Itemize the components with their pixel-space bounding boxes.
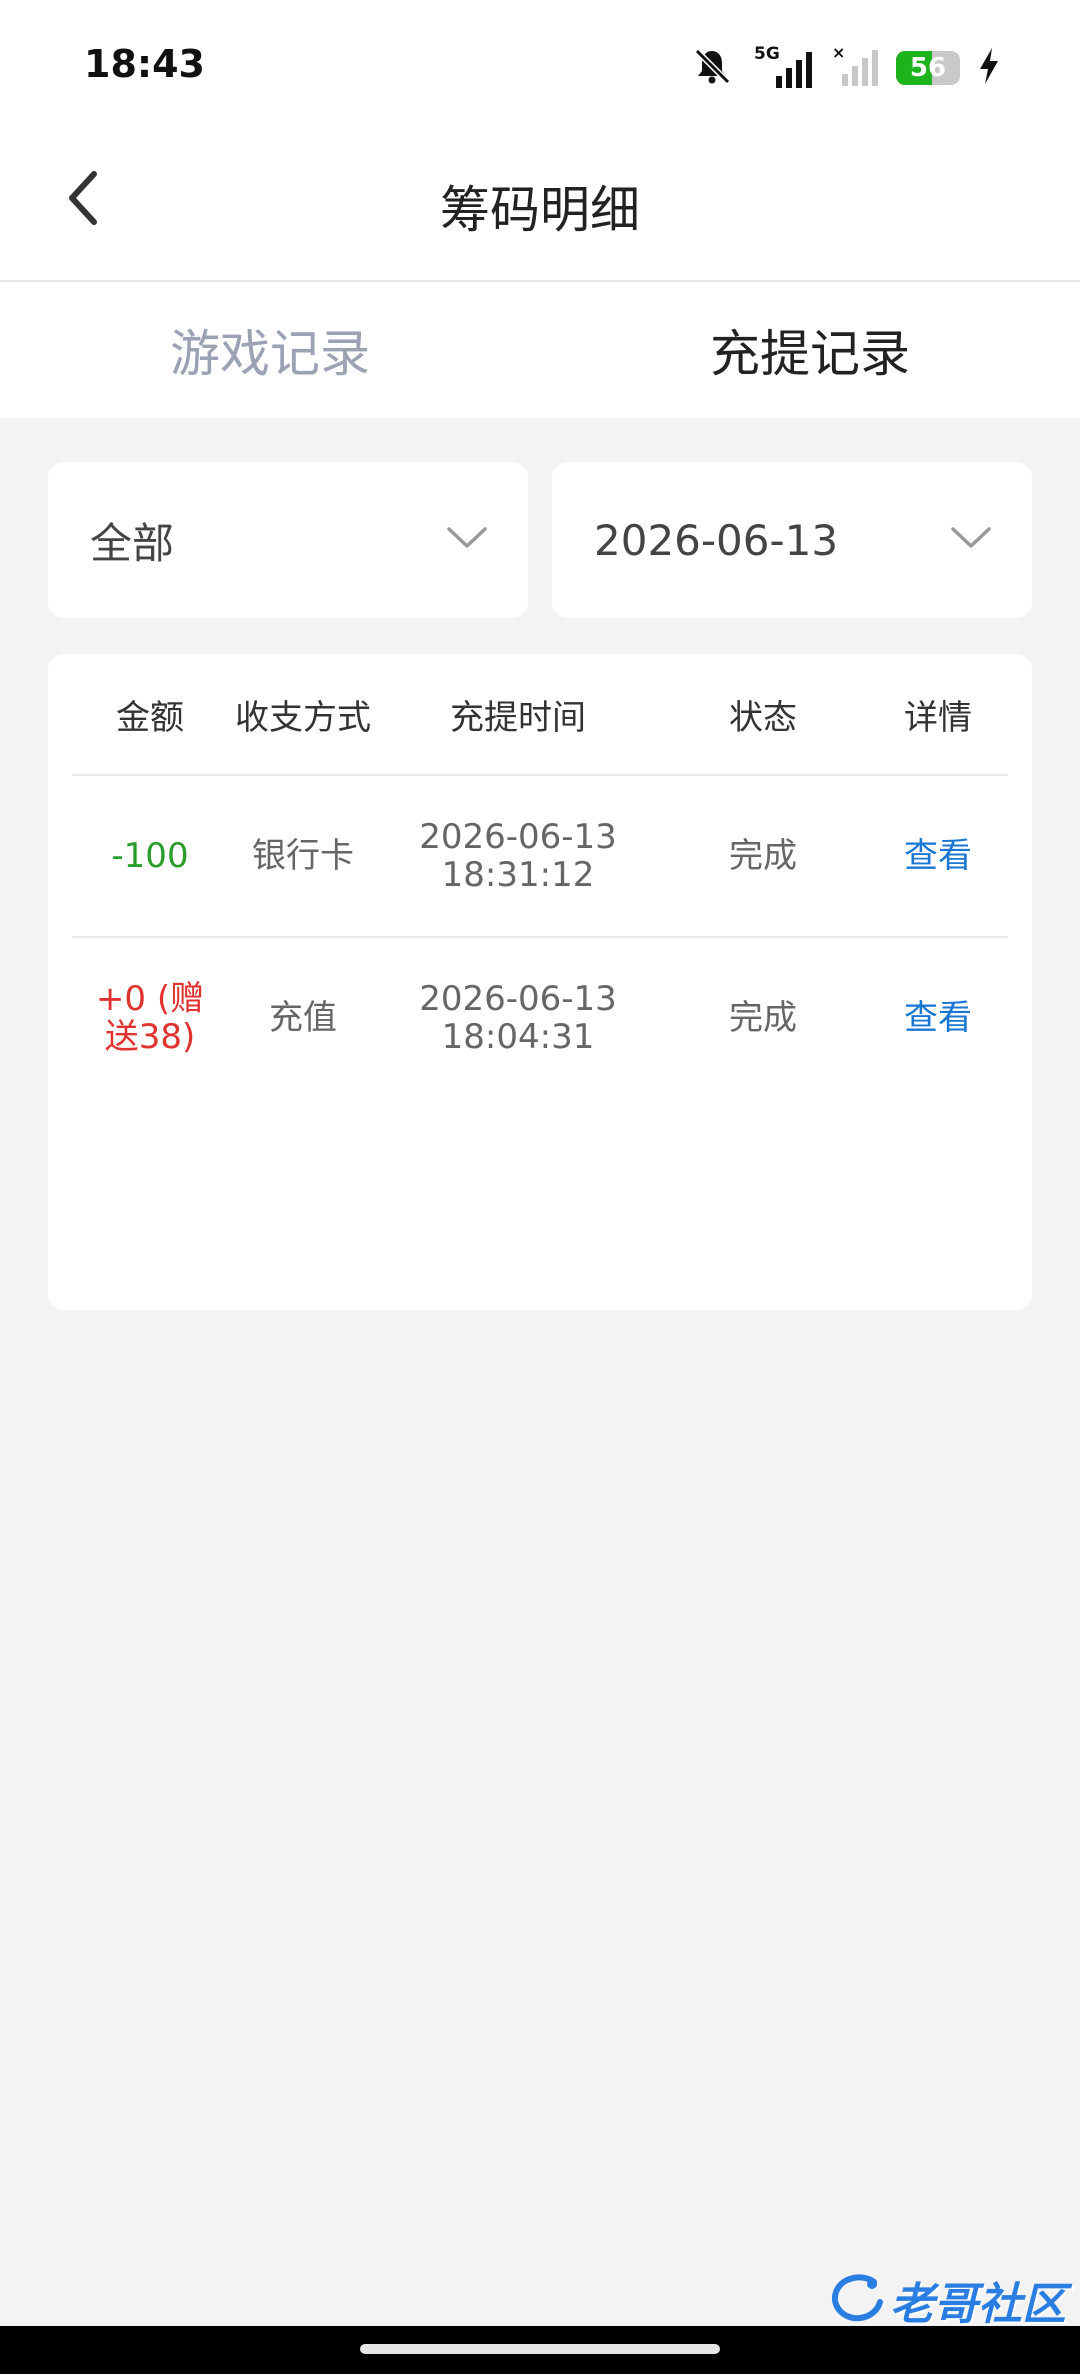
time-cell: 2026-06-13 18:04:31 <box>378 980 658 1056</box>
tab-game-records[interactable]: 游戏记录 <box>0 282 540 418</box>
type-filter-dropdown[interactable]: 全部 <box>48 462 528 618</box>
view-detail-link[interactable]: 查看 <box>868 999 1008 1037</box>
date-filter-dropdown[interactable]: 2026-06-13 <box>552 462 1032 618</box>
table-header: 金额 收支方式 充提时间 状态 详情 <box>72 654 1008 776</box>
signal-5g-icon: 5G <box>750 44 814 90</box>
amount-cell: -100 <box>111 836 189 876</box>
chevron-down-icon <box>950 526 992 554</box>
time-cell: 2026-06-13 18:31:12 <box>378 818 658 894</box>
bell-muted-icon <box>692 46 732 90</box>
svg-text:×: × <box>832 44 845 62</box>
charging-bolt-icon <box>978 47 1000 89</box>
filter-bar: 全部 2026-06-13 <box>48 462 1032 618</box>
date-filter-value: 2026-06-13 <box>594 515 839 565</box>
table-row: -100 银行卡 2026-06-13 18:31:12 完成 查看 <box>72 776 1008 938</box>
signal-no-service-icon: × <box>832 43 878 92</box>
time-date: 2026-06-13 <box>419 817 617 857</box>
watermark-text: 老哥社区 <box>890 2279 1066 2330</box>
tab-bar: 游戏记录 充提记录 <box>0 282 1080 418</box>
home-bar <box>0 2326 1080 2374</box>
header-amount: 金额 <box>116 697 184 738</box>
method-cell: 银行卡 <box>252 836 354 876</box>
watermark: 老哥社区 <box>828 2268 1066 2332</box>
header-time: 充提时间 <box>450 697 586 738</box>
type-filter-value: 全部 <box>90 518 175 568</box>
time-clock: 18:31:12 <box>441 855 595 895</box>
view-detail-link[interactable]: 查看 <box>868 837 1008 875</box>
method-cell: 充值 <box>269 998 337 1038</box>
table-row: +0 (赠送38) 充值 2026-06-13 18:04:31 完成 查看 <box>72 938 1008 1098</box>
status-time: 18:43 <box>84 42 205 86</box>
status-bar: 18:43 5G × 56 <box>0 0 1080 130</box>
header-status: 状态 <box>729 697 797 738</box>
time-date: 2026-06-13 <box>419 979 617 1019</box>
amount-cell: +0 (赠送38) <box>95 979 205 1057</box>
nav-bar: 筹码明细 <box>0 130 1080 282</box>
chevron-down-icon <box>446 526 488 554</box>
battery-level: 56 <box>909 53 947 83</box>
status-icons: 5G × 56 <box>692 43 1000 92</box>
tab-deposit-withdraw-records[interactable]: 充提记录 <box>540 282 1080 418</box>
time-clock: 18:04:31 <box>441 1017 595 1057</box>
page-title: 筹码明细 <box>440 181 640 239</box>
records-table: 金额 收支方式 充提时间 状态 详情 -100 银行卡 2026-06-13 1… <box>48 654 1032 1310</box>
header-method: 收支方式 <box>235 697 371 738</box>
battery-icon: 56 <box>896 51 960 85</box>
header-detail: 详情 <box>904 697 972 738</box>
status-cell: 完成 <box>729 998 797 1038</box>
home-indicator[interactable] <box>360 2344 720 2354</box>
status-cell: 完成 <box>729 836 797 876</box>
dragon-logo-icon <box>828 2270 884 2330</box>
